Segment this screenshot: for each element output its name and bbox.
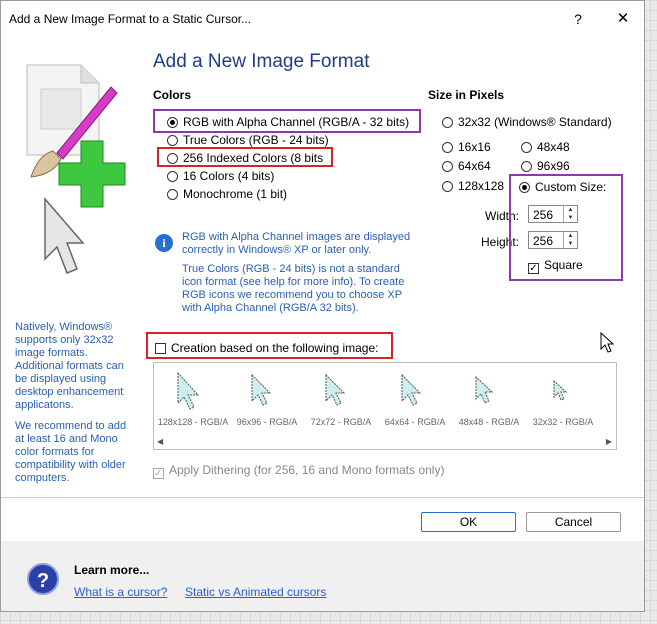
radio-icon — [167, 135, 178, 146]
cancel-button[interactable]: Cancel — [526, 512, 621, 532]
checkbox-label: Apply Dithering (for 256, 16 and Mono fo… — [169, 463, 445, 477]
radio-label: 128x128 — [458, 179, 505, 193]
size-option-32[interactable]: 32x32 (Windows® Standard) — [442, 115, 612, 131]
cursor-thumb-icon — [177, 371, 200, 410]
highlight-creation-box — [146, 332, 393, 359]
radio-icon — [521, 142, 532, 153]
highlight-custom-size-box — [509, 174, 623, 281]
radio-label: 32x32 (Windows® Standard) — [458, 115, 612, 129]
highlight-rgba-box — [153, 109, 421, 133]
thumb-caption: 72x72 - RGB/A — [310, 417, 372, 427]
thumb-caption: 32x32 - RGB/A — [532, 417, 594, 427]
cursor-thumb-icon — [553, 379, 568, 401]
source-image-gallery[interactable]: 128x128 - RGB/A 96x96 - RGB/A 72x72 - RG… — [153, 362, 617, 450]
thumb-caption: 96x96 - RGB/A — [236, 417, 298, 427]
radio-label: True Colors (RGB - 24 bits) — [183, 133, 329, 147]
colors-section-label: Colors — [153, 88, 192, 102]
radio-icon — [442, 161, 453, 172]
thumb-caption: 64x64 - RGB/A — [384, 417, 446, 427]
gallery-scrollbar[interactable]: ◀ ▶ — [154, 435, 616, 449]
cursor-thumb-icon — [251, 373, 272, 406]
radio-label: 16x16 — [458, 140, 491, 154]
thumb-48[interactable]: 48x48 - RGB/A — [452, 367, 526, 427]
side-note-native: Natively, Windows® supports only 32x32 i… — [15, 321, 124, 411]
color-option-mono[interactable]: Monochrome (1 bit) — [167, 187, 287, 203]
radio-icon — [442, 117, 453, 128]
size-option-128[interactable]: 128x128 — [442, 179, 504, 195]
radio-icon — [167, 189, 178, 200]
ok-button[interactable]: OK — [421, 512, 516, 532]
close-button[interactable]: ✕ — [611, 8, 635, 30]
side-note-recommend: We recommend to add at least 16 and Mono… — [15, 420, 127, 484]
info-text-truecolor: True Colors (RGB - 24 bits) is not a sta… — [182, 263, 405, 314]
check-icon: ✓ — [153, 468, 164, 479]
radio-label: 48x48 — [537, 140, 570, 154]
thumb-caption: 48x48 - RGB/A — [458, 417, 520, 427]
dialog-window: Add a New Image Format to a Static Curso… — [0, 0, 645, 612]
new-format-illustration — [26, 64, 126, 274]
what-is-cursor-link[interactable]: What is a cursor? — [74, 585, 167, 599]
radio-icon — [442, 181, 453, 192]
size-option-96[interactable]: 96x96 — [521, 159, 570, 175]
cursor-arrow-icon — [44, 196, 85, 274]
help-button[interactable]: ? — [566, 8, 590, 30]
help-icon: ? — [27, 563, 59, 595]
color-option-16[interactable]: 16 Colors (4 bits) — [167, 169, 274, 185]
size-option-16[interactable]: 16x16 — [442, 140, 491, 156]
radio-label: 16 Colors (4 bits) — [183, 169, 275, 183]
thumb-96[interactable]: 96x96 - RGB/A — [230, 367, 304, 427]
radio-icon — [442, 142, 453, 153]
learn-more-label: Learn more... — [74, 563, 150, 577]
scroll-left-icon[interactable]: ◀ — [157, 437, 163, 446]
window-title: Add a New Image Format to a Static Curso… — [9, 12, 252, 26]
thumb-72[interactable]: 72x72 - RGB/A — [304, 367, 378, 427]
thumb-32[interactable]: 32x32 - RGB/A — [526, 367, 600, 427]
page-title: Add a New Image Format — [153, 51, 370, 72]
radio-label: 96x96 — [537, 159, 570, 173]
dither-checkbox[interactable]: ✓ Apply Dithering (for 256, 16 and Mono f… — [153, 463, 444, 479]
radio-label: 64x64 — [458, 159, 491, 173]
radio-label: Monochrome (1 bit) — [183, 187, 288, 201]
thumb-128[interactable]: 128x128 - RGB/A — [156, 367, 230, 427]
thumb-64[interactable]: 64x64 - RGB/A — [378, 367, 452, 427]
title-bar: Add a New Image Format to a Static Curso… — [1, 1, 644, 37]
radio-icon — [167, 171, 178, 182]
info-icon: i — [155, 234, 173, 252]
size-option-64[interactable]: 64x64 — [442, 159, 491, 175]
divider — [1, 497, 644, 498]
cursor-thumb-icon — [325, 373, 346, 406]
cursor-thumb-icon — [401, 373, 422, 406]
scroll-right-icon[interactable]: ▶ — [606, 437, 612, 446]
cursor-thumb-icon — [475, 375, 494, 404]
highlight-256-box — [157, 147, 333, 167]
thumb-caption: 128x128 - RGB/A — [157, 417, 229, 427]
radio-icon — [521, 161, 532, 172]
size-option-48[interactable]: 48x48 — [521, 140, 570, 156]
mouse-pointer-icon — [600, 332, 615, 353]
size-section-label: Size in Pixels — [428, 88, 505, 102]
static-vs-animated-link[interactable]: Static vs Animated cursors — [185, 585, 326, 599]
info-text-rgba: RGB with Alpha Channel images are displa… — [182, 231, 411, 256]
